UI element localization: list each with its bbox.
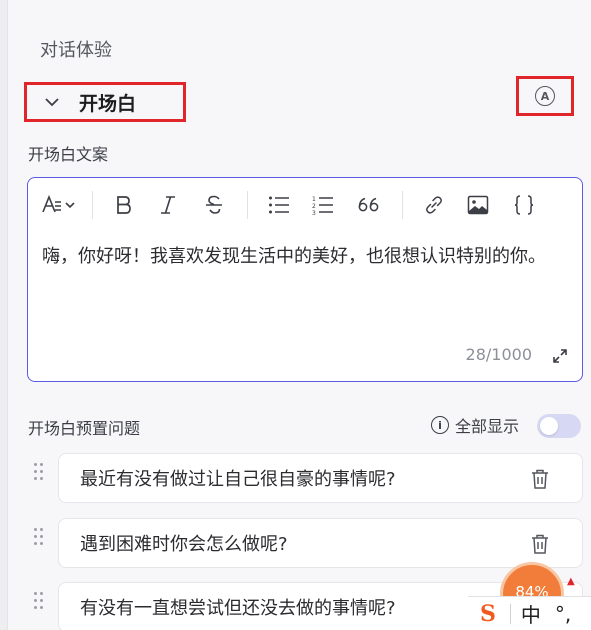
drag-handle-icon[interactable] [34, 528, 46, 548]
ime-divider [509, 603, 511, 624]
editor-toolbar: 123 [28, 178, 582, 232]
bullet-list-icon[interactable] [258, 190, 300, 220]
svg-text:3: 3 [312, 210, 316, 216]
left-border [0, 0, 8, 630]
text-style-icon[interactable] [38, 190, 82, 220]
opening-text-label: 开场白文案 [28, 145, 109, 164]
preset-questions-label: 开场白预置问题 [28, 419, 141, 438]
bold-icon[interactable] [103, 190, 145, 220]
trash-icon[interactable] [531, 534, 549, 554]
preset-question-text: 最近有没有做过让自己很自豪的事情呢? [80, 469, 396, 490]
info-icon[interactable]: i [431, 416, 449, 434]
toolbar-divider [402, 191, 403, 219]
trash-icon[interactable] [531, 469, 549, 489]
opening-editor[interactable]: 123 嗨，你好呀！我喜欢发现生活中的美好，也很想认识特别的你。 28/1000 [27, 177, 583, 382]
sogou-logo-icon: S [480, 600, 496, 627]
opening-collapse-toggle[interactable]: 开场白 [24, 82, 186, 122]
chevron-down-icon [45, 98, 59, 107]
toolbar-divider [92, 191, 93, 219]
opening-text-content[interactable]: 嗨，你好呀！我喜欢发现生活中的美好，也很想认识特别的你。 [42, 242, 577, 272]
code-block-icon[interactable] [501, 190, 547, 220]
strikethrough-icon[interactable] [191, 190, 237, 220]
link-icon[interactable] [413, 190, 455, 220]
preset-question-row: 最近有没有做过让自己很自豪的事情呢? [30, 453, 583, 503]
opening-title: 开场白 [79, 92, 137, 115]
preset-question-input[interactable]: 遇到困难时你会怎么做呢? [58, 518, 583, 568]
drag-handle-icon[interactable] [34, 463, 46, 483]
show-all-toggle[interactable] [537, 414, 581, 438]
image-icon[interactable] [455, 190, 501, 220]
show-all-control: i 全部显示 [431, 413, 519, 437]
auto-icon: A [535, 86, 555, 106]
toggle-knob [540, 417, 558, 435]
drag-handle-icon[interactable] [34, 592, 46, 612]
expand-icon[interactable] [552, 348, 568, 364]
ime-punctuation[interactable]: °, [555, 602, 571, 626]
ime-mode[interactable]: 中 [521, 599, 541, 628]
preset-question-text: 遇到困难时你会怎么做呢? [80, 534, 288, 555]
preset-question-row: 遇到困难时你会怎么做呢? [30, 518, 583, 568]
auto-generate-button[interactable]: A [516, 76, 574, 116]
italic-icon[interactable] [145, 190, 191, 220]
numbered-list-icon[interactable]: 123 [300, 190, 346, 220]
toolbar-divider [247, 191, 248, 219]
show-all-label: 全部显示 [455, 417, 520, 436]
arrow-up-icon: ▲ [567, 576, 575, 587]
char-counter: 28/1000 [465, 345, 532, 364]
svg-text:1: 1 [312, 196, 316, 203]
preset-question-text: 有没有一直想尝试但还没去做的事情呢? [80, 598, 396, 619]
preset-question-input[interactable]: 最近有没有做过让自己很自豪的事情呢? [58, 453, 583, 503]
section-title: 对话体验 [40, 40, 112, 61]
quote-icon[interactable] [346, 190, 392, 220]
svg-text:2: 2 [312, 203, 316, 210]
ime-toolbar[interactable]: S 中 °, [468, 596, 591, 630]
